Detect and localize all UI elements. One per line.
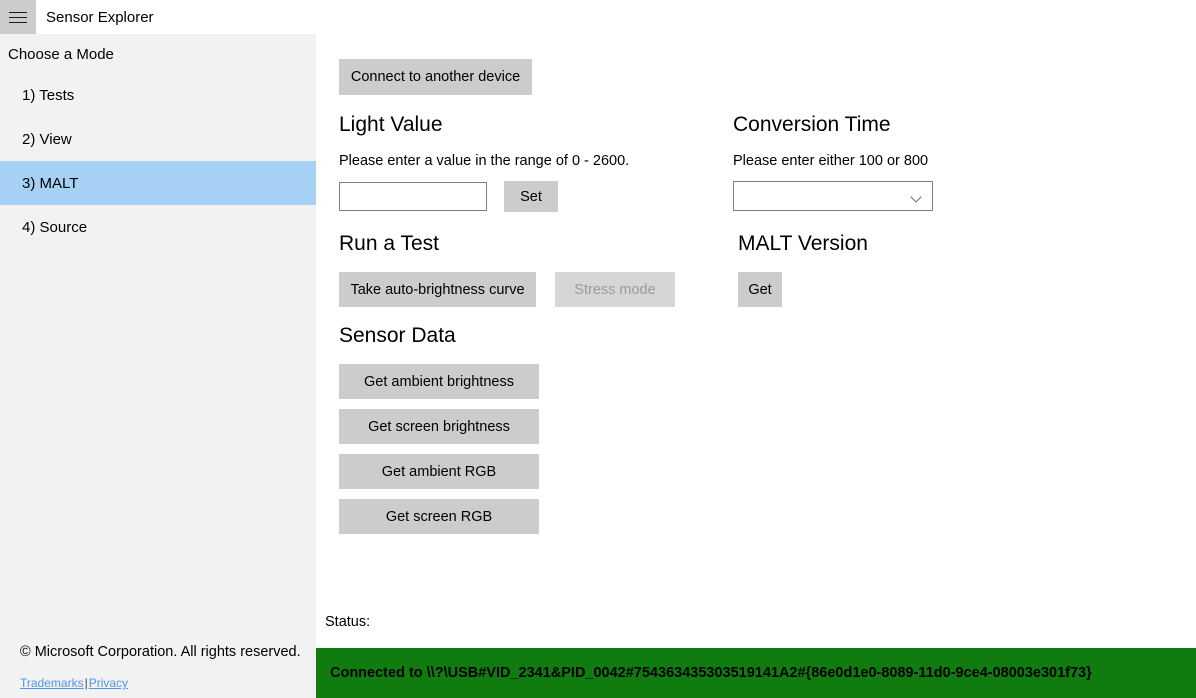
sensor-data-heading: Sensor Data	[339, 324, 539, 348]
sidebar-item-label: 2) View	[22, 131, 72, 148]
main-content: Connect to another device Light Value Pl…	[316, 34, 1196, 698]
hamburger-bar-1	[9, 12, 27, 13]
take-auto-brightness-curve-button[interactable]: Take auto-brightness curve	[339, 272, 536, 307]
run-a-test-heading: Run a Test	[339, 232, 675, 256]
copyright-text: © Microsoft Corporation. All rights rese…	[20, 644, 316, 660]
get-screen-brightness-button[interactable]: Get screen brightness	[339, 409, 539, 444]
run-a-test-section: Run a Test Take auto-brightness curve St…	[339, 232, 675, 307]
light-value-subtext: Please enter a value in the range of 0 -…	[339, 153, 629, 169]
chevron-down-icon	[911, 193, 922, 200]
status-bar: Connected to \\?\USB#VID_2341&PID_0042#7…	[316, 648, 1196, 698]
light-value-heading: Light Value	[339, 113, 629, 137]
stress-mode-button: Stress mode	[555, 272, 675, 307]
sidebar-item-malt[interactable]: 3) MALT	[0, 161, 316, 205]
malt-version-section: MALT Version Get	[738, 232, 868, 307]
trademarks-link[interactable]: Trademarks	[20, 676, 84, 690]
privacy-link[interactable]: Privacy	[89, 676, 128, 690]
hamburger-icon[interactable]	[0, 0, 36, 34]
status-label: Status:	[325, 614, 370, 630]
conversion-time-heading: Conversion Time	[733, 113, 933, 137]
sidebar-item-source[interactable]: 4) Source	[0, 205, 316, 249]
set-button[interactable]: Set	[504, 181, 558, 212]
app-title: Sensor Explorer	[46, 9, 154, 26]
title-bar: Sensor Explorer	[0, 0, 1196, 34]
sidebar-footer: © Microsoft Corporation. All rights rese…	[0, 644, 316, 690]
conversion-time-section: Conversion Time Please enter either 100 …	[733, 113, 933, 211]
hamburger-bar-3	[9, 22, 27, 23]
sensor-data-section: Sensor Data Get ambient brightness Get s…	[339, 324, 539, 544]
sidebar: Choose a Mode 1) Tests 2) View 3) MALT 4…	[0, 34, 316, 698]
conversion-time-subtext: Please enter either 100 or 800	[733, 153, 933, 169]
light-value-section: Light Value Please enter a value in the …	[339, 113, 629, 212]
malt-version-get-button[interactable]: Get	[738, 272, 782, 307]
status-message: Connected to \\?\USB#VID_2341&PID_0042#7…	[316, 665, 1092, 681]
get-ambient-brightness-button[interactable]: Get ambient brightness	[339, 364, 539, 399]
run-a-test-row: Take auto-brightness curve Stress mode	[339, 272, 675, 307]
get-ambient-rgb-button[interactable]: Get ambient RGB	[339, 454, 539, 489]
sidebar-item-label: 1) Tests	[22, 87, 74, 104]
footer-link-separator: |	[85, 676, 88, 690]
sidebar-item-label: 4) Source	[22, 219, 87, 236]
conversion-time-dropdown[interactable]	[733, 181, 933, 211]
malt-version-heading: MALT Version	[738, 232, 868, 256]
light-value-row: Set	[339, 181, 629, 212]
connect-to-another-device-button[interactable]: Connect to another device	[339, 59, 532, 95]
sidebar-heading: Choose a Mode	[0, 34, 316, 63]
sidebar-item-label: 3) MALT	[22, 175, 78, 192]
light-value-input[interactable]	[339, 182, 487, 211]
get-screen-rgb-button[interactable]: Get screen RGB	[339, 499, 539, 534]
sidebar-list: 1) Tests 2) View 3) MALT 4) Source	[0, 73, 316, 249]
sidebar-item-tests[interactable]: 1) Tests	[0, 73, 316, 117]
footer-links: Trademarks|Privacy	[20, 676, 316, 690]
sidebar-item-view[interactable]: 2) View	[0, 117, 316, 161]
hamburger-bar-2	[9, 17, 27, 18]
